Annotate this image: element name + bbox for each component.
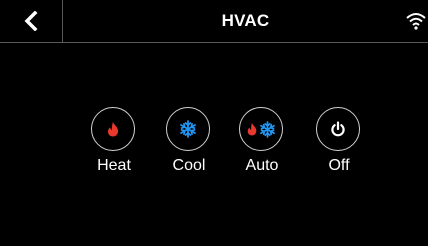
- snowflake-icon: [180, 120, 196, 138]
- auto-mode-circle: [239, 107, 283, 151]
- auto-mode-button[interactable]: Auto: [232, 107, 292, 179]
- off-mode-circle: [316, 107, 360, 151]
- heat-mode-button[interactable]: Heat: [84, 107, 144, 179]
- heat-mode-circle: [91, 107, 135, 151]
- flame-icon: [108, 122, 118, 137]
- cool-mode-button[interactable]: Cool: [159, 107, 219, 179]
- auto-mode-label: Auto: [245, 157, 279, 174]
- hvac-screen: HVAC Heat Cool Auto Off: [0, 0, 428, 246]
- cool-mode-label: Cool: [172, 157, 206, 174]
- snowflake-icon: [260, 120, 275, 138]
- off-mode-button[interactable]: Off: [309, 107, 369, 179]
- cool-mode-circle: [166, 107, 210, 151]
- off-mode-label: Off: [328, 157, 350, 174]
- power-icon: [331, 121, 345, 137]
- hvac-mode-selector: Heat Cool Auto Off: [0, 0, 428, 246]
- heat-mode-label: Heat: [97, 157, 131, 174]
- flame-icon: [247, 123, 257, 136]
